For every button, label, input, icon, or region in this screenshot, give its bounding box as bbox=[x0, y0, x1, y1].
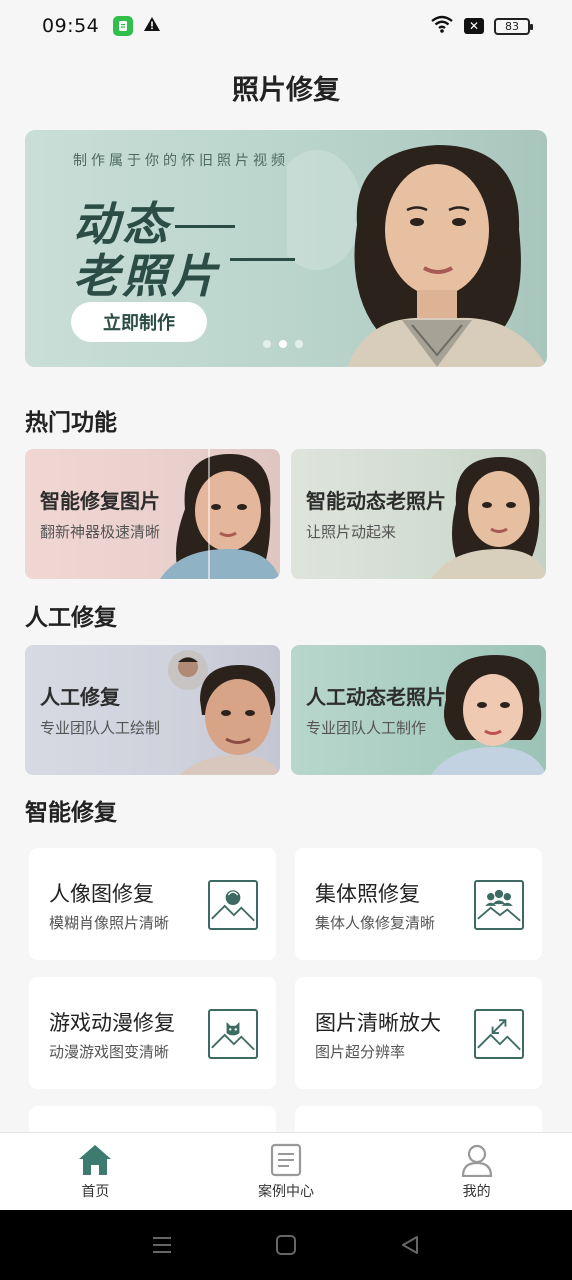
feature-subtitle: 专业团队人工制作 bbox=[306, 719, 427, 737]
page-title: 照片修复 bbox=[232, 75, 340, 106]
nav-label: 首页 bbox=[81, 1184, 110, 1200]
nav-item-cases[interactable]: 案例中心 bbox=[191, 1133, 382, 1210]
promo-banner[interactable]: 制作属于你的怀旧照片视频 动态 老照片 立即制作 bbox=[25, 130, 547, 367]
system-navigation-bar bbox=[0, 1210, 572, 1280]
battery-indicator: 83 bbox=[494, 17, 533, 35]
section-title-smart-repair: 智能修复 bbox=[25, 800, 117, 826]
status-bar: 09:54 ✕ 83 bbox=[0, 0, 572, 52]
warning-icon bbox=[143, 16, 161, 36]
feature-card-manual-repair[interactable]: 人工修复 专业团队人工绘制 bbox=[25, 645, 280, 775]
smart-card-group-repair[interactable]: 集体照修复 集体人像修复清晰 bbox=[295, 848, 542, 960]
feature-card-smart-animate[interactable]: 智能动态老照片 让照片动起来 bbox=[291, 449, 546, 579]
smart-card-title: 人像图修复 bbox=[49, 882, 154, 906]
smart-card-anime-repair[interactable]: 游戏动漫修复 动漫游戏图变清晰 bbox=[29, 977, 276, 1089]
carousel-dot-active[interactable] bbox=[279, 340, 287, 348]
banner-decor-stroke bbox=[230, 258, 295, 261]
section-title-hot-features: 热门功能 bbox=[25, 410, 117, 436]
feature-title: 智能修复图片 bbox=[40, 489, 160, 513]
feature-subtitle: 专业团队人工绘制 bbox=[40, 719, 161, 737]
banner-decor-stroke bbox=[175, 225, 235, 228]
status-time: 09:54 bbox=[42, 15, 100, 37]
menu-icon[interactable] bbox=[151, 1235, 173, 1255]
make-now-button[interactable]: 立即制作 bbox=[71, 302, 207, 342]
nav-label: 我的 bbox=[462, 1184, 491, 1200]
feature-title: 人工修复 bbox=[40, 685, 120, 709]
feature-subtitle: 让照片动起来 bbox=[306, 523, 397, 541]
home-square-icon[interactable] bbox=[275, 1234, 297, 1256]
banner-headline-line2: 老照片 bbox=[73, 249, 220, 303]
feature-card-smart-repair[interactable]: 智能修复图片 翻新神器极速清晰 bbox=[25, 449, 280, 579]
back-icon[interactable] bbox=[399, 1234, 421, 1256]
carousel-indicator bbox=[263, 340, 303, 348]
smart-card-subtitle: 图片超分辨率 bbox=[315, 1043, 406, 1061]
portrait-photo-icon bbox=[208, 880, 258, 930]
feature-title: 智能动态老照片 bbox=[306, 489, 446, 513]
feature-portrait-image bbox=[431, 655, 546, 775]
group-photo-icon bbox=[474, 880, 524, 930]
feature-portrait-image bbox=[160, 449, 280, 579]
bottom-navigation: 首页 案例中心 我的 bbox=[0, 1132, 572, 1210]
anime-photo-icon bbox=[208, 1009, 258, 1059]
feature-card-manual-animate[interactable]: 人工动态老照片 专业团队人工制作 bbox=[291, 645, 546, 775]
section-title-manual-repair: 人工修复 bbox=[25, 605, 117, 631]
no-sim-icon: ✕ bbox=[464, 18, 484, 34]
home-icon bbox=[79, 1145, 112, 1175]
nav-label: 案例中心 bbox=[258, 1184, 314, 1200]
feature-title: 人工动态老照片 bbox=[306, 685, 446, 709]
smart-card-subtitle: 模糊肖像照片清晰 bbox=[49, 914, 170, 932]
document-icon bbox=[270, 1143, 302, 1177]
feature-portrait-image bbox=[431, 457, 546, 579]
app-notification-icon bbox=[113, 16, 134, 36]
smart-card-partial[interactable] bbox=[29, 1106, 276, 1132]
smart-card-enlarge[interactable]: 图片清晰放大 图片超分辨率 bbox=[295, 977, 542, 1089]
wifi-icon bbox=[430, 15, 454, 37]
carousel-dot[interactable] bbox=[263, 340, 271, 348]
smart-card-title: 游戏动漫修复 bbox=[49, 1011, 175, 1035]
nav-item-profile[interactable]: 我的 bbox=[381, 1133, 572, 1210]
smart-card-portrait-repair[interactable]: 人像图修复 模糊肖像照片清晰 bbox=[29, 848, 276, 960]
smart-card-title: 集体照修复 bbox=[315, 882, 420, 906]
smart-card-subtitle: 动漫游戏图变清晰 bbox=[49, 1043, 170, 1061]
nav-item-home[interactable]: 首页 bbox=[0, 1133, 191, 1210]
smart-card-title: 图片清晰放大 bbox=[315, 1011, 441, 1035]
smart-card-partial[interactable] bbox=[295, 1106, 542, 1132]
banner-portrait-image bbox=[287, 145, 547, 367]
feature-subtitle: 翻新神器极速清晰 bbox=[40, 523, 161, 541]
smart-card-subtitle: 集体人像修复清晰 bbox=[315, 914, 436, 932]
carousel-dot[interactable] bbox=[295, 340, 303, 348]
user-icon bbox=[461, 1144, 492, 1177]
enlarge-photo-icon bbox=[474, 1009, 524, 1059]
feature-portrait-image bbox=[168, 650, 280, 775]
banner-subtitle: 制作属于你的怀旧照片视频 bbox=[73, 153, 289, 169]
